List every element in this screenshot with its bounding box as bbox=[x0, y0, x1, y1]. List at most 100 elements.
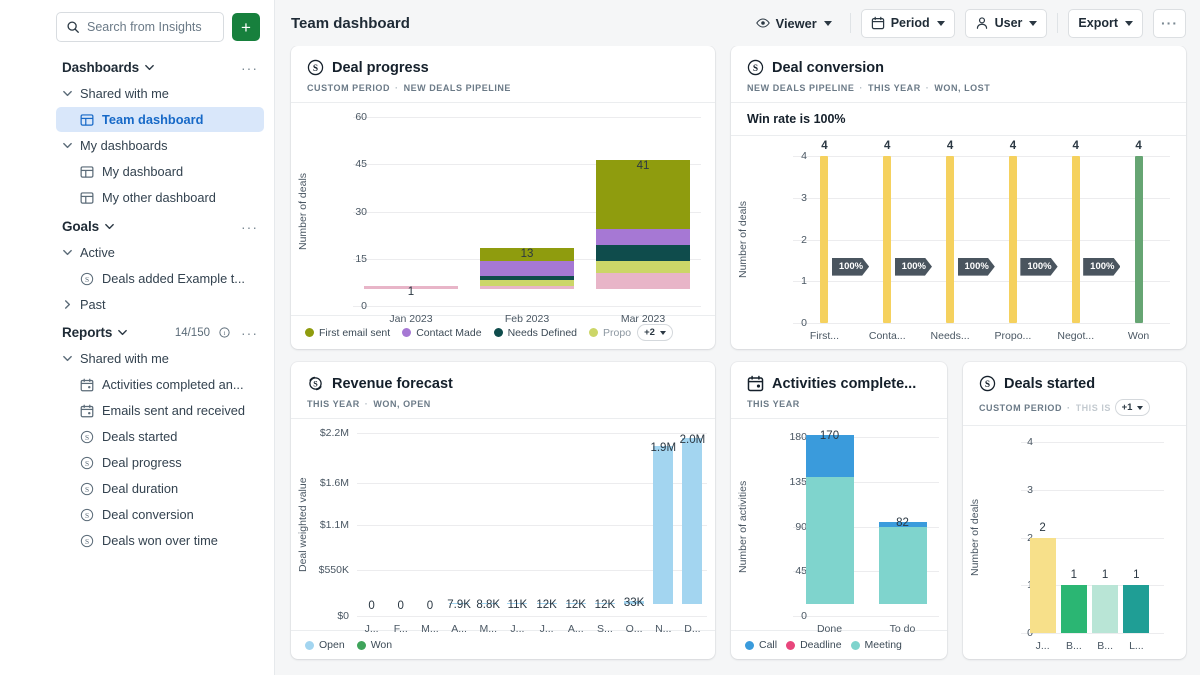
sidebar-section-reports[interactable]: Reports 14/150 i ··· bbox=[56, 317, 264, 346]
card-deals-started[interactable]: S Deals started CUSTOM PERIOD · THIS IS … bbox=[963, 362, 1186, 659]
card-title-text: Deals started bbox=[1004, 375, 1096, 392]
legend-item[interactable]: First email sent bbox=[305, 327, 390, 339]
info-icon[interactable]: i bbox=[219, 327, 230, 338]
bar[interactable] bbox=[596, 159, 690, 289]
conversion-arrow: 100% bbox=[1020, 258, 1057, 276]
sidebar-item-my-other-dashboard[interactable]: My other dashboard bbox=[56, 185, 264, 210]
axis-y-title: Number of deals bbox=[297, 172, 309, 251]
bar[interactable] bbox=[1123, 585, 1150, 633]
bar[interactable] bbox=[820, 156, 829, 323]
bar[interactable] bbox=[1060, 585, 1087, 633]
sidebar-item-deal-duration[interactable]: S Deal duration bbox=[56, 476, 264, 501]
sidebar-item-my-dashboard[interactable]: My dashboard bbox=[56, 159, 264, 184]
gridline bbox=[793, 239, 1170, 241]
sidebar-item-emails-sent-and-received[interactable]: Emails sent and received bbox=[56, 398, 264, 423]
chart-activities-completed[interactable]: Number of activities 0 45 90 135 180 170 82 Done… bbox=[731, 419, 947, 635]
bar[interactable] bbox=[878, 522, 927, 604]
sidebar-item-deals-won-over-time[interactable]: S Deals won over time bbox=[56, 528, 264, 553]
chip-label: +2 bbox=[644, 327, 655, 338]
section-more-icon[interactable]: ··· bbox=[241, 220, 258, 234]
sidebar-item-label: My dashboard bbox=[102, 164, 184, 179]
bar-value-label: 12K bbox=[594, 598, 616, 611]
user-button[interactable]: User bbox=[964, 8, 1048, 38]
sidebar-item-label: Team dashboard bbox=[102, 112, 204, 127]
bar[interactable] bbox=[1071, 156, 1080, 323]
svg-text:S: S bbox=[85, 432, 89, 441]
x-axis-tick: Done bbox=[816, 623, 843, 635]
legend-item[interactable]: Open bbox=[305, 639, 345, 651]
svg-text:S: S bbox=[85, 536, 89, 545]
page-title: Team dashboard bbox=[291, 14, 410, 32]
group-label: Active bbox=[80, 245, 115, 260]
sidebar-section-goals[interactable]: Goals ··· bbox=[56, 211, 264, 240]
legend-item[interactable]: Needs Defined bbox=[493, 327, 577, 339]
svg-text:S: S bbox=[313, 64, 318, 74]
legend-item[interactable]: Meeting bbox=[850, 639, 902, 651]
sidebar-group-shared-with-me[interactable]: Shared with me bbox=[56, 81, 264, 106]
sidebar-item-deal-progress[interactable]: S Deal progress bbox=[56, 450, 264, 475]
sidebar-item-label: Deal duration bbox=[102, 481, 179, 496]
bar[interactable] bbox=[1092, 585, 1119, 633]
chart-deals-started[interactable]: Number of deals 0 1 2 3 4 2 1 1 1 J... B... B... L... bbox=[963, 426, 1186, 659]
bar[interactable] bbox=[1029, 537, 1056, 633]
legend-item[interactable]: Propo bbox=[589, 327, 631, 339]
sidebar-item-activities-completed-an[interactable]: Activities completed an... bbox=[56, 372, 264, 397]
card-activities-completed[interactable]: Activities complete... THIS YEAR Number … bbox=[731, 362, 947, 659]
add-button[interactable]: + bbox=[232, 13, 260, 41]
sidebar-item-deal-conversion[interactable]: S Deal conversion bbox=[56, 502, 264, 527]
sidebar-group-shared-with-me[interactable]: Shared with me bbox=[56, 346, 264, 371]
deal-icon: S bbox=[80, 534, 94, 547]
sidebar-item-label: Deals won over time bbox=[102, 533, 218, 548]
card-deal-progress[interactable]: S Deal progress CUSTOM PERIOD · NEW DEAL… bbox=[291, 46, 715, 349]
sidebar-section-dashboards[interactable]: Dashboards ··· bbox=[56, 52, 264, 81]
legend-item[interactable]: Deadline bbox=[786, 639, 842, 651]
legend-more-chip[interactable]: +2 bbox=[637, 324, 673, 341]
search-input[interactable]: Search from Insights bbox=[56, 12, 224, 42]
sidebar-group-active[interactable]: Active bbox=[56, 240, 264, 265]
section-more-icon[interactable]: ··· bbox=[241, 326, 258, 340]
bar[interactable] bbox=[682, 437, 703, 604]
sidebar-item-deals-started[interactable]: S Deals started bbox=[56, 424, 264, 449]
x-axis-tick: Needs... bbox=[930, 330, 970, 342]
subtitle-more-chip[interactable]: +1 bbox=[1114, 399, 1151, 416]
section-more-icon[interactable]: ··· bbox=[241, 61, 258, 75]
conversion-arrow: 100% bbox=[832, 258, 869, 276]
card-deal-conversion[interactable]: S Deal conversion NEW DEALS PIPELINE · T… bbox=[731, 46, 1186, 349]
bar[interactable] bbox=[653, 445, 674, 604]
bar-value-label: 1 bbox=[1133, 569, 1140, 582]
subtitle-separator: · bbox=[364, 399, 369, 409]
bar[interactable] bbox=[805, 434, 854, 604]
period-button[interactable]: Period bbox=[860, 8, 955, 38]
legend-item[interactable]: Call bbox=[745, 639, 777, 651]
chart-deal-progress[interactable]: Number of deals 0 15 30 45 60 1 13 41 Jan 2023 Feb… bbox=[291, 103, 715, 325]
eye-icon bbox=[755, 18, 770, 28]
bar[interactable] bbox=[883, 156, 892, 323]
x-axis-tick: J... bbox=[1035, 640, 1050, 652]
more-options-button[interactable]: ··· bbox=[1153, 8, 1186, 38]
legend-item[interactable]: Contact Made bbox=[402, 327, 482, 339]
bar-value-label: 2.0M bbox=[679, 433, 706, 446]
gridline bbox=[353, 306, 701, 307]
chart-revenue-forecast[interactable]: Deal weighted value $0 $550K $1.1M $1.6M $2.2… bbox=[291, 419, 715, 635]
chevron-down-icon bbox=[63, 90, 72, 97]
sidebar-group-past[interactable]: Past bbox=[56, 292, 264, 317]
card-revenue-forecast[interactable]: S Revenue forecast THIS YEAR · WON, OPEN bbox=[291, 362, 715, 659]
sidebar-item-team-dashboard[interactable]: Team dashboard bbox=[56, 107, 264, 132]
sidebar-group-my-dashboards[interactable]: My dashboards bbox=[56, 133, 264, 158]
y-axis-tick: 0 bbox=[801, 610, 807, 622]
card-subtitle: CUSTOM PERIOD · NEW DEALS PIPELINE bbox=[307, 83, 699, 93]
export-button[interactable]: Export bbox=[1068, 8, 1143, 38]
bar-value-label: 13 bbox=[520, 248, 534, 261]
legend-item[interactable]: Won bbox=[356, 639, 392, 651]
bar[interactable] bbox=[1134, 156, 1143, 323]
gridline bbox=[357, 433, 707, 434]
sidebar-item-deals-added-example-t[interactable]: S Deals added Example t... bbox=[56, 266, 264, 291]
bar[interactable] bbox=[1008, 156, 1017, 323]
viewer-selector[interactable]: Viewer bbox=[748, 16, 840, 31]
chevron-down-icon bbox=[63, 249, 72, 256]
bar[interactable] bbox=[946, 156, 955, 323]
bar-value-label: 8.8K bbox=[476, 598, 501, 611]
bar-value-label: 4 bbox=[1009, 140, 1017, 152]
deal-icon: S bbox=[80, 272, 94, 285]
chart-deal-conversion[interactable]: Number of deals 0 1 2 3 4 4 4 4 4 4 4 100% 100% 100% 10… bbox=[731, 136, 1186, 349]
